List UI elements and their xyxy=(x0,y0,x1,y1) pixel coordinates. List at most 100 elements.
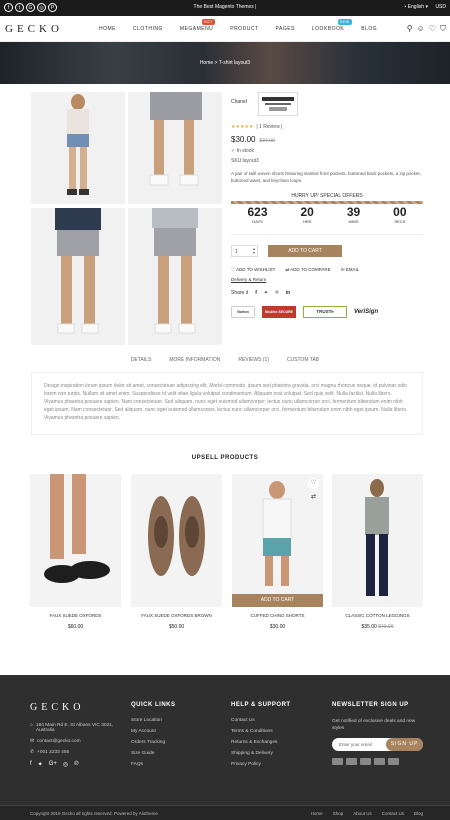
gallery-image-2[interactable] xyxy=(128,92,222,204)
product-tabs: DETAILS MORE INFORMATION REVIEWS (1) CUS… xyxy=(0,357,450,363)
breadcrumb-home[interactable]: Home xyxy=(200,60,213,66)
add-to-compare-link[interactable]: ⇄ ADD TO COMPARE xyxy=(285,267,330,273)
qty-input[interactable]: 1 ▴ ▾ xyxy=(231,245,258,257)
hours-value: 20 xyxy=(300,205,314,219)
footer-link[interactable]: Store Location xyxy=(131,718,176,723)
footer-link[interactable]: Terms & Conditions xyxy=(231,729,291,734)
product-image[interactable] xyxy=(131,474,222,607)
product-price: $60.00 xyxy=(67,624,84,630)
footer-logo[interactable]: GECKO xyxy=(30,702,120,713)
product-image[interactable] xyxy=(332,474,423,607)
tab-more-information[interactable]: MORE INFORMATION xyxy=(169,357,220,363)
facebook-share-icon[interactable]: f xyxy=(255,290,257,296)
bottom-links: Home Shop About Us Contact Us Blog xyxy=(311,811,423,816)
nav-megamenu[interactable]: MEGAMENU HOT xyxy=(180,19,215,32)
google-icon[interactable]: G+ xyxy=(49,761,57,768)
currency-select[interactable]: USD xyxy=(435,4,446,10)
brand-name[interactable]: Chanel xyxy=(231,99,247,105)
product-image[interactable] xyxy=(30,474,121,607)
nav-label: LOOKBOOK xyxy=(311,26,345,32)
product-price-row: $35.00 $40.00 xyxy=(332,624,423,630)
tab-details[interactable]: DETAILS xyxy=(131,357,151,363)
nav-lookbook[interactable]: LOOKBOOK NEW xyxy=(311,19,352,32)
bottom-link-blog[interactable]: Blog xyxy=(414,811,423,816)
gallery-image-4[interactable] xyxy=(128,208,222,345)
footer-link[interactable]: Returns & Exchanges xyxy=(231,740,291,745)
twitter-icon[interactable]: ✦ xyxy=(38,761,43,768)
nav-clothing[interactable]: CLOTHING xyxy=(133,26,163,32)
product-card[interactable]: ♡ ⇄ ADD TO CART CUFFED CHINO SHORTS $30.… xyxy=(232,474,323,630)
newsletter-form: Enter your email SIGN UP xyxy=(332,738,423,751)
qty-stepper-icon[interactable]: ▴ ▾ xyxy=(253,247,255,255)
gallery-image-1[interactable] xyxy=(31,92,125,204)
footer-link[interactable]: Privacy Policy xyxy=(231,762,291,767)
nav-blog[interactable]: BLOG xyxy=(361,26,377,32)
countdown-days: 623 DAYS xyxy=(247,205,267,224)
delivery-return-link[interactable]: Delivery & Return xyxy=(231,277,266,282)
language-select[interactable]: ▪ English ▾ xyxy=(405,4,428,10)
compare-label: ADD TO COMPARE xyxy=(290,267,331,272)
bottom-link-contact[interactable]: Contact Us xyxy=(382,811,404,816)
newsletter-email-input[interactable]: Enter your email xyxy=(339,742,372,747)
footer-link[interactable]: Contact Us xyxy=(231,718,291,723)
brand-logo[interactable] xyxy=(258,92,298,116)
product-name[interactable]: FAUX SUEDE OXFORDS BROWN xyxy=(131,613,222,618)
product-name[interactable]: CLASSIC COTTON LEGGINGS xyxy=(332,613,423,618)
product-name[interactable]: CUFFED CHINO SHORTS xyxy=(232,613,323,618)
tab-reviews[interactable]: REVIEWS (1) xyxy=(238,357,269,363)
nav-home[interactable]: HOME xyxy=(99,26,116,32)
brown-oxfords-image xyxy=(131,474,222,607)
footer-link[interactable]: Shipping & Delivery xyxy=(231,751,291,756)
days-label: DAYS xyxy=(252,219,263,224)
nav-product[interactable]: PRODUCT xyxy=(230,26,258,32)
product-name[interactable]: FAUX SUEDE OXFORDS xyxy=(30,613,121,618)
twitter-share-icon[interactable]: ✦ xyxy=(264,290,268,296)
linkedin-share-icon[interactable]: in xyxy=(286,290,290,296)
wishlist-icon[interactable]: ♡ xyxy=(429,24,436,34)
product-card[interactable]: FAUX SUEDE OXFORDS BROWN $50.00 xyxy=(131,474,222,630)
bottom-link-home[interactable]: Home xyxy=(311,811,323,816)
model-denim-shorts-image xyxy=(31,92,125,204)
pinterest-icon[interactable]: ℗ xyxy=(74,761,78,768)
paypal-icon xyxy=(374,758,385,765)
user-icon[interactable]: ☺ xyxy=(417,24,425,34)
add-to-wishlist-link[interactable]: ♡ ADD TO WISHLIST xyxy=(231,267,275,273)
instagram-icon[interactable]: ◎ xyxy=(63,761,68,768)
footer-email[interactable]: ✉ contact@gecko.com xyxy=(30,739,120,744)
wishlist-heart-icon[interactable]: ♡ xyxy=(308,478,319,489)
compare-icon[interactable]: ⇄ xyxy=(308,492,319,503)
add-to-cart-button[interactable]: ADD TO CART xyxy=(268,245,342,257)
footer-socials: f ✦ G+ ◎ ℗ xyxy=(30,761,120,768)
footer-link[interactable]: Orders Tracking xyxy=(131,740,176,745)
footer-link[interactable]: FAQs xyxy=(131,762,176,767)
search-icon[interactable]: ⚲ xyxy=(407,24,413,34)
header-icons: ⚲ ☺ ♡ ⛉ xyxy=(407,24,446,34)
footer-phone[interactable]: ✆ +001 2233 456 xyxy=(30,750,120,755)
logo[interactable]: GECKO xyxy=(5,23,63,35)
nav-pages[interactable]: PAGES xyxy=(276,26,295,32)
rating-row: ★★★★★ | 1 Review | xyxy=(231,124,282,130)
newsletter-title: NEWSLETTER SIGN UP xyxy=(332,702,409,708)
nav-label: PRODUCT xyxy=(230,26,259,32)
footer-link[interactable]: My Account xyxy=(131,729,176,734)
hours-label: HRS xyxy=(302,219,312,224)
bottom-link-shop[interactable]: Shop xyxy=(333,811,344,816)
signup-button[interactable]: SIGN UP xyxy=(386,738,423,751)
facebook-icon[interactable]: f xyxy=(30,761,32,768)
gallery-image-3[interactable] xyxy=(31,208,125,345)
promo-text[interactable]: The Best Magento Themes | xyxy=(0,4,450,10)
email-link[interactable]: ✉ EMAIL xyxy=(341,267,360,273)
pinterest-share-icon[interactable]: ℗ xyxy=(275,290,279,296)
add-to-cart-button[interactable]: ADD TO CART xyxy=(232,594,323,607)
product-card[interactable]: FAUX SUEDE OXFORDS $60.00 xyxy=(30,474,121,630)
product-image[interactable]: ♡ ⇄ ADD TO CART xyxy=(232,474,323,607)
visa-icon xyxy=(332,758,343,765)
footer-link[interactable]: Size Guide xyxy=(131,751,176,756)
footer-quick-links: QUICK LINKS Store Location My Account Or… xyxy=(131,702,176,773)
tab-custom[interactable]: CUSTOM TAB xyxy=(287,357,319,363)
bottom-link-about[interactable]: About Us xyxy=(353,811,372,816)
footer-help: HELP & SUPPORT Contact Us Terms & Condit… xyxy=(231,702,291,773)
review-link[interactable]: | 1 Review | xyxy=(256,124,282,130)
product-card[interactable]: CLASSIC COTTON LEGGINGS $35.00 $40.00 xyxy=(332,474,423,630)
cart-icon[interactable]: ⛉ xyxy=(440,24,446,34)
